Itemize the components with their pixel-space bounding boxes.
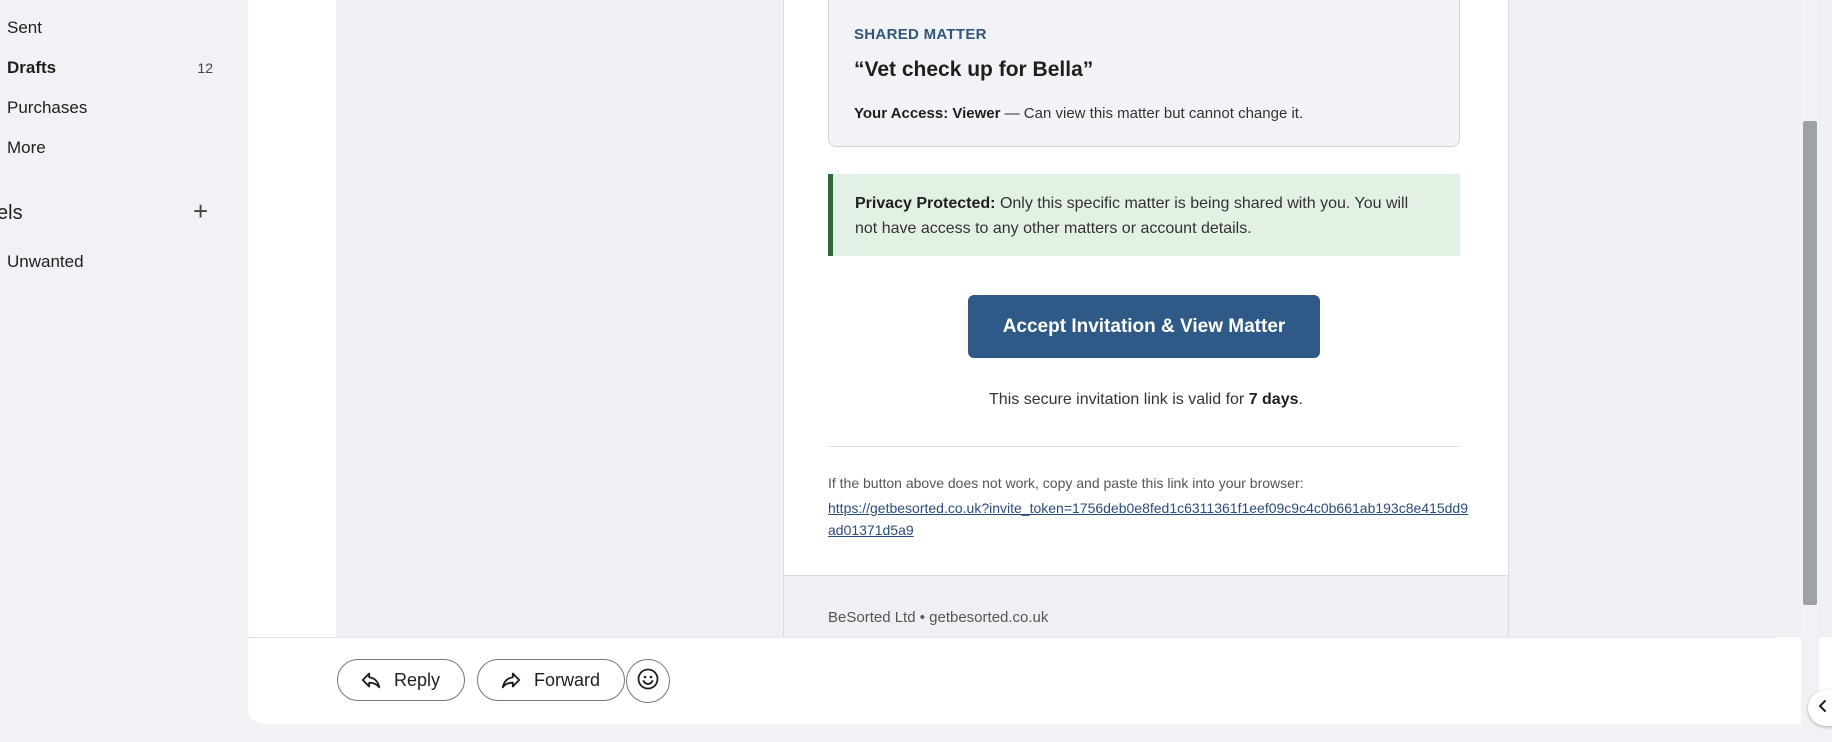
sidebar-item-label: Sent: [7, 18, 42, 37]
sidebar-label-unwanted[interactable]: Unwanted: [7, 252, 84, 272]
access-description: — Can view this matter but cannot change…: [1000, 105, 1304, 122]
emoji-reaction-button[interactable]: [626, 659, 670, 703]
validity-prefix: This secure invitation link is valid for: [989, 391, 1249, 408]
scrollbar-thumb[interactable]: [1803, 121, 1817, 605]
sidebar-item-label: Drafts: [7, 58, 57, 77]
forward-icon: [500, 669, 522, 691]
sidebar-item-label: More: [7, 138, 46, 157]
reply-label: Reply: [394, 669, 441, 690]
forward-label: Forward: [534, 669, 601, 690]
drafts-count: 12: [197, 60, 213, 76]
matter-title: “Vet check up for Bella”: [854, 58, 1094, 81]
privacy-label: Privacy Protected:: [855, 195, 996, 212]
sidebar-item-label: Unwanted: [7, 252, 84, 271]
access-line: Your Access: Viewer — Can view this matt…: [854, 105, 1303, 122]
sidebar: Sent Drafts 12 Purchases More els + Unwa…: [0, 0, 245, 742]
sidebar-item-drafts[interactable]: Drafts: [7, 58, 56, 78]
shared-matter-tag: SHARED MATTER: [854, 26, 987, 43]
privacy-notice: Privacy Protected: Only this specific ma…: [828, 174, 1460, 256]
validity-days: 7 days: [1248, 391, 1299, 408]
message-pane: SHARED MATTER “Vet check up for Bella” Y…: [248, 0, 1832, 724]
divider: [828, 446, 1460, 447]
validity-suffix: .: [1298, 391, 1303, 408]
accept-invitation-button[interactable]: Accept Invitation & View Matter: [968, 295, 1320, 358]
action-separator: [248, 637, 1776, 638]
invite-link[interactable]: https://getbesorted.co.uk?invite_token=1…: [828, 497, 1468, 541]
shared-matter-box: SHARED MATTER “Vet check up for Bella” Y…: [828, 0, 1460, 147]
sidebar-item-purchases[interactable]: Purchases: [7, 98, 87, 118]
email-footer: BeSorted Ltd • getbesorted.co.uk: [784, 575, 1508, 638]
sidebar-item-label: Purchases: [7, 98, 88, 117]
forward-button[interactable]: Forward: [477, 659, 626, 701]
message-body-background: SHARED MATTER “Vet check up for Bella” Y…: [336, 0, 1832, 638]
access-label: Your Access: Viewer: [854, 105, 1001, 122]
smiley-icon: [636, 667, 660, 696]
reply-button[interactable]: Reply: [337, 659, 466, 701]
validity-note: This secure invitation link is valid for…: [784, 391, 1508, 409]
chevron-left-icon: [1816, 699, 1830, 718]
plus-icon[interactable]: +: [193, 198, 208, 224]
reply-icon: [360, 669, 382, 691]
email-card: SHARED MATTER “Vet check up for Bella” Y…: [783, 0, 1509, 638]
sidebar-item-sent[interactable]: Sent: [7, 18, 42, 38]
footer-text: BeSorted Ltd • getbesorted.co.uk: [828, 609, 1049, 626]
sidebar-item-more[interactable]: More: [7, 138, 46, 158]
labels-heading: els: [0, 202, 23, 224]
fallback-instructions: If the button above does not work, copy …: [828, 475, 1304, 491]
